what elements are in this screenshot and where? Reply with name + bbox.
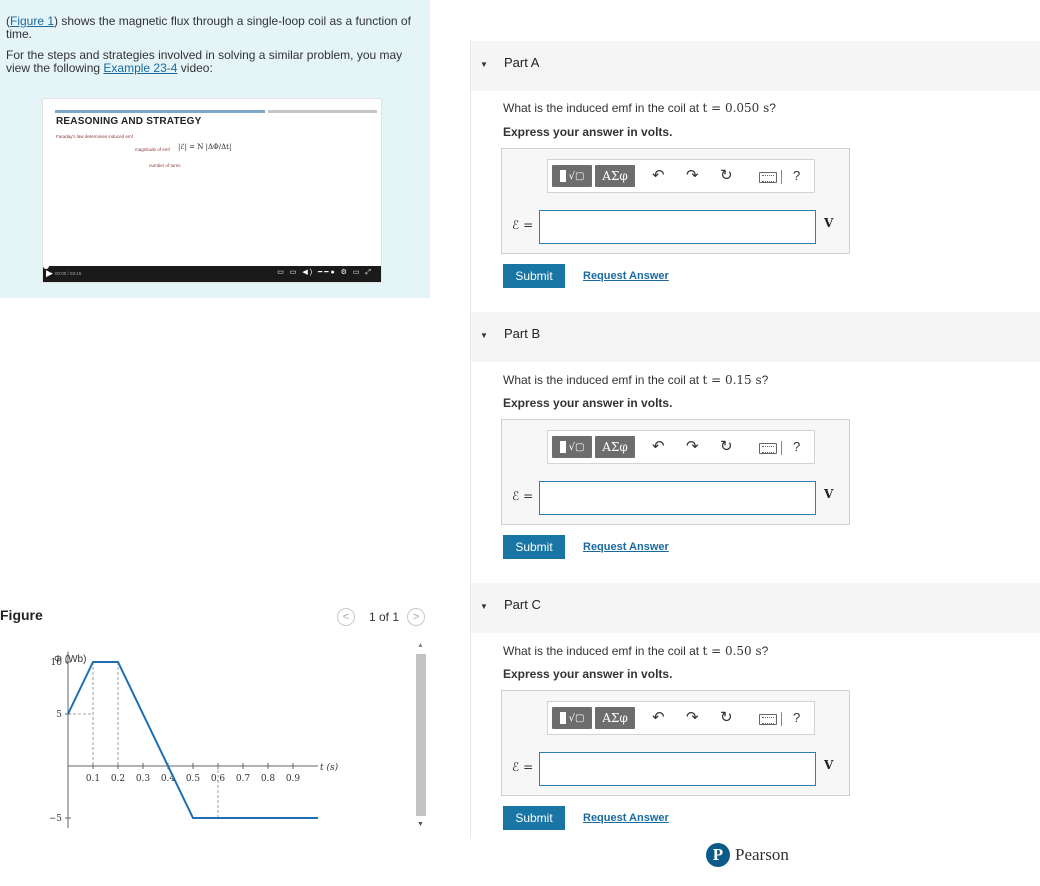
part-a-instruction: Express your answer in volts. bbox=[503, 125, 673, 139]
intro-paragraph-1: (Figure 1) shows the magnetic flux throu… bbox=[6, 14, 411, 41]
unit-label: V bbox=[824, 487, 834, 501]
y-tick-label: 5 bbox=[56, 710, 62, 720]
undo-icon[interactable]: ↶ bbox=[652, 168, 665, 184]
part-b-answer-box: √▢ ΑΣφ ↶ ↷ ↻ ? ℰ = V bbox=[501, 419, 850, 525]
x-tick-label: 0.9 bbox=[286, 774, 301, 784]
x-tick-label: 0.2 bbox=[111, 774, 125, 784]
redo-icon[interactable]: ↷ bbox=[686, 439, 699, 455]
flux-series-line bbox=[67, 661, 318, 819]
scroll-up-arrow-icon[interactable]: ▲ bbox=[417, 642, 424, 649]
part-c-answer-box: √▢ ΑΣφ ↶ ↷ ↻ ? ℰ = V bbox=[501, 690, 850, 796]
part-b-answer-input[interactable] bbox=[539, 481, 816, 515]
greek-symbols-button[interactable]: ΑΣφ bbox=[595, 707, 635, 729]
prev-figure-button[interactable]: < bbox=[337, 608, 355, 626]
math-toolbar: √▢ ΑΣφ ↶ ↷ ↻ ? bbox=[547, 159, 815, 193]
math-toolbar: √▢ ΑΣφ ↶ ↷ ↻ ? bbox=[547, 701, 815, 735]
x-tick-label: 0.3 bbox=[136, 774, 151, 784]
emf-label: ℰ = bbox=[512, 218, 534, 232]
y-tick-label: 10 bbox=[51, 658, 63, 668]
part-c-request-answer-link[interactable]: Request Answer bbox=[583, 812, 669, 824]
next-figure-button[interactable]: > bbox=[407, 608, 426, 626]
redo-icon[interactable]: ↷ bbox=[686, 710, 699, 726]
part-a-answer-input[interactable] bbox=[539, 210, 816, 244]
undo-icon[interactable]: ↶ bbox=[652, 710, 665, 726]
part-a-answer-box: √▢ ΑΣφ ↶ ↷ ↻ ? ℰ = V bbox=[501, 148, 850, 254]
part-a-title: Part A bbox=[504, 55, 540, 70]
emf-label: ℰ = bbox=[512, 489, 534, 503]
part-b-submit-button[interactable]: Submit bbox=[503, 535, 565, 559]
part-b-question: What is the induced emf in the coil at t… bbox=[503, 373, 769, 387]
templates-button[interactable]: √▢ bbox=[552, 165, 592, 187]
video-player[interactable]: REASONING AND STRATEGY Faraday's law det… bbox=[42, 98, 382, 283]
part-a-question: What is the induced emf in the coil at t… bbox=[503, 101, 776, 115]
help-icon[interactable]: ? bbox=[793, 710, 800, 725]
part-b-title: Part B bbox=[504, 326, 541, 341]
column-divider bbox=[470, 40, 471, 838]
help-icon[interactable]: ? bbox=[793, 439, 800, 454]
video-controls-icons[interactable]: ▭ ▭ ◀) ━━● ⚙ ▭ ⤢ bbox=[277, 268, 373, 277]
part-c-question: What is the induced emf in the coil at t… bbox=[503, 644, 769, 658]
video-subtitle: Faraday's law determines induced emf bbox=[56, 134, 133, 139]
help-icon[interactable]: ? bbox=[793, 168, 800, 183]
part-a-submit-button[interactable]: Submit bbox=[503, 264, 565, 288]
part-c-header[interactable]: ▼ Part C bbox=[471, 583, 1040, 633]
pearson-brand: P Pearson bbox=[706, 843, 789, 867]
video-header-rule bbox=[55, 110, 377, 113]
x-tick-label: 0.8 bbox=[261, 774, 276, 784]
reset-icon[interactable]: ↻ bbox=[720, 710, 733, 726]
play-icon[interactable]: ▶ bbox=[46, 268, 53, 279]
example-link[interactable]: Example 23-4 bbox=[103, 61, 177, 75]
scroll-thumb[interactable] bbox=[416, 654, 426, 816]
redo-icon[interactable]: ↷ bbox=[686, 168, 699, 184]
scroll-down-arrow-icon[interactable]: ▼ bbox=[417, 821, 424, 828]
part-b-instruction: Express your answer in volts. bbox=[503, 396, 673, 410]
part-c-submit-button[interactable]: Submit bbox=[503, 806, 565, 830]
part-b-request-answer-link[interactable]: Request Answer bbox=[583, 541, 669, 553]
intro-paragraph-2: For the steps and strategies involved in… bbox=[6, 48, 403, 75]
part-a-header[interactable]: ▼ Part A bbox=[471, 41, 1040, 91]
undo-icon[interactable]: ↶ bbox=[652, 439, 665, 455]
figure-page-count: 1 of 1 bbox=[369, 610, 400, 624]
video-formula: |ℰ| = N |ΔΦ/Δt| bbox=[178, 143, 232, 151]
x-tick-label: 0.7 bbox=[236, 774, 251, 784]
part-c-title: Part C bbox=[504, 597, 541, 612]
figure-1-link[interactable]: Figure 1 bbox=[10, 14, 54, 28]
x-tick-label: 0.1 bbox=[86, 774, 100, 784]
keyboard-icon[interactable] bbox=[759, 172, 777, 183]
keyboard-icon[interactable] bbox=[759, 443, 777, 454]
collapse-triangle-icon[interactable]: ▼ bbox=[480, 602, 488, 611]
flux-plot: Φ (Wb)t (s)0.1 0.2 0.3 0.4 0.5 0.6 0.7 0.8 0.910… bbox=[50, 651, 339, 828]
part-a-request-answer-link[interactable]: Request Answer bbox=[583, 270, 669, 282]
greek-symbols-button[interactable]: ΑΣφ bbox=[595, 165, 635, 187]
part-b-header[interactable]: ▼ Part B bbox=[471, 312, 1040, 362]
part-c-answer-input[interactable] bbox=[539, 752, 816, 786]
unit-label: V bbox=[824, 216, 834, 230]
figure-scrollbar[interactable]: ▲ ▼ bbox=[414, 642, 428, 828]
y-tick-label: −5 bbox=[50, 814, 62, 824]
templates-button[interactable]: √▢ bbox=[552, 436, 592, 458]
pearson-logo-icon: P bbox=[706, 843, 730, 867]
intro-panel: (Figure 1) shows the magnetic flux throu… bbox=[0, 0, 430, 298]
unit-label: V bbox=[824, 758, 834, 772]
video-title: REASONING AND STRATEGY bbox=[56, 116, 202, 127]
collapse-triangle-icon[interactable]: ▼ bbox=[480, 331, 488, 340]
x-axis-label: t (s) bbox=[320, 762, 339, 773]
greek-symbols-button[interactable]: ΑΣφ bbox=[595, 436, 635, 458]
part-c-instruction: Express your answer in volts. bbox=[503, 667, 673, 681]
x-tick-label: 0.5 bbox=[186, 774, 201, 784]
collapse-triangle-icon[interactable]: ▼ bbox=[480, 60, 488, 69]
figure-pager: < 1 of 1 > bbox=[337, 608, 426, 626]
math-toolbar: √▢ ΑΣφ ↶ ↷ ↻ ? bbox=[547, 430, 815, 464]
keyboard-icon[interactable] bbox=[759, 714, 777, 725]
video-control-bar[interactable]: ▶ 00:00 / 03:16 ▭ ▭ ◀) ━━● ⚙ ▭ ⤢ bbox=[43, 263, 381, 282]
video-time: 00:00 / 03:16 bbox=[55, 271, 82, 276]
templates-button[interactable]: √▢ bbox=[552, 707, 592, 729]
video-eq-label-emf: magnitude of emf bbox=[135, 147, 170, 152]
reset-icon[interactable]: ↻ bbox=[720, 439, 733, 455]
emf-label: ℰ = bbox=[512, 760, 534, 774]
reset-icon[interactable]: ↻ bbox=[720, 168, 733, 184]
video-eq-label-turns: number of turns bbox=[149, 163, 181, 168]
figure-heading: Figure bbox=[0, 607, 43, 623]
pearson-wordmark: Pearson bbox=[735, 845, 789, 864]
